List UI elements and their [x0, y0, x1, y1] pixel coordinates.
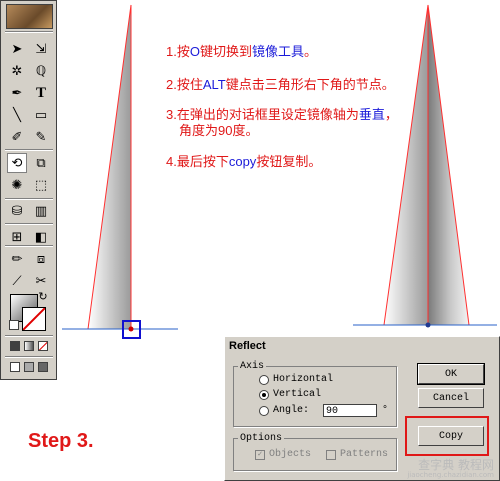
blend-tool-icon[interactable]: ⧈: [31, 249, 51, 269]
axis-legend: Axis: [240, 361, 265, 372]
scissors-tool-icon[interactable]: ✂: [31, 271, 51, 291]
symbol-sprayer-tool-icon[interactable]: ⛁: [7, 201, 27, 221]
right-anchor-point: [425, 322, 431, 328]
gradient-mode-icon[interactable]: [24, 341, 34, 351]
pencil-tool-icon[interactable]: ✎: [31, 127, 51, 147]
angle-label: Angle:: [273, 405, 310, 416]
vertical-label: Vertical: [273, 389, 322, 400]
dialog-title: Reflect: [225, 337, 499, 355]
patterns-checkbox[interactable]: [326, 449, 336, 460]
scale-tool-icon[interactable]: ⧉: [31, 153, 51, 173]
options-legend: Options: [240, 433, 283, 444]
horizontal-radio[interactable]: [259, 374, 269, 385]
step1-tool-name: 镜像工具: [251, 44, 304, 59]
watermark: 查字典 教程网 jiaocheng.chazidian.com: [407, 459, 494, 479]
toolbox-divider: [5, 245, 53, 247]
watermark-line1: 查字典 教程网: [418, 458, 494, 472]
eyedropper-tool-icon[interactable]: ✏: [7, 249, 27, 269]
step3-axis: 垂直: [358, 107, 385, 122]
patterns-label: Patterns: [340, 449, 389, 460]
step1-text-a: 1.按: [166, 44, 190, 59]
objects-option[interactable]: ✓ Objects: [255, 449, 311, 460]
instruction-step-1: 1.按O键切换到镜像工具。: [166, 44, 317, 60]
gradient-tool-icon[interactable]: ◧: [31, 227, 51, 247]
patterns-option[interactable]: Patterns: [326, 449, 388, 460]
objects-checkbox[interactable]: ✓: [255, 449, 265, 460]
line-tool-icon[interactable]: ╲: [7, 105, 27, 125]
pen-tool-icon[interactable]: ✒: [7, 83, 27, 103]
normal-screen-mode-icon[interactable]: [10, 362, 20, 372]
none-mode-icon[interactable]: [38, 341, 48, 351]
horizontal-option[interactable]: Horizontal: [259, 374, 333, 385]
stroke-color-swatch[interactable]: [22, 307, 46, 331]
full-screen-menu-mode-icon[interactable]: [24, 362, 34, 372]
vertical-radio[interactable]: [259, 389, 269, 400]
step4-text-b: 按钮复制。: [256, 154, 322, 169]
angle-option[interactable]: Angle: 90 °: [259, 404, 388, 417]
instruction-step-3: 3.在弹出的对话框里设定镜像轴为垂直， 角度为90度。: [166, 107, 398, 139]
toolbox-divider: [5, 335, 53, 337]
type-tool-icon[interactable]: T: [31, 83, 51, 103]
anchor-point[interactable]: [128, 326, 134, 332]
toolbox-logo[interactable]: [6, 4, 53, 29]
step3-text-b: ，: [384, 107, 398, 122]
cancel-button[interactable]: Cancel: [418, 388, 484, 408]
degree-symbol: °: [382, 405, 389, 416]
step3-text-a: 3.在弹出的对话框里设定镜像轴为: [166, 107, 359, 122]
rectangle-tool-icon[interactable]: ▭: [31, 105, 51, 125]
step4-button-name: copy: [228, 154, 257, 169]
toolbox-divider: [5, 149, 53, 151]
toolbox-divider: [5, 198, 53, 200]
reflect-tool-icon[interactable]: ⟲: [7, 153, 27, 173]
selection-tool-icon[interactable]: ➤: [7, 39, 27, 59]
horizontal-label: Horizontal: [273, 374, 334, 385]
ok-button[interactable]: OK: [417, 363, 485, 385]
instruction-step-2: 2.按住ALT键点击三角形右下角的节点。: [166, 77, 395, 93]
warp-tool-icon[interactable]: ✺: [7, 175, 27, 195]
graph-tool-icon[interactable]: ▥: [31, 201, 51, 221]
watermark-line2: jiaocheng.chazidian.com: [407, 471, 494, 479]
step4-text-a: 4.最后按下: [166, 154, 229, 169]
toolbox-divider: [5, 356, 53, 358]
toolbox-panel: ➤ ⇲ ✲ ℚ ✒ T ╲ ▭ ✐ ✎ ⟲ ⧉ ✺ ⬚ ⛁ ▥ ⊞ ◧ ✏ ⧈ …: [0, 0, 57, 380]
direct-selection-tool-icon[interactable]: ⇲: [31, 39, 51, 59]
default-colors-icon[interactable]: [9, 320, 19, 330]
lasso-tool-icon[interactable]: ℚ: [31, 61, 51, 81]
step2-text-b: 键点击三角形右下角的节点。: [225, 77, 395, 92]
objects-label: Objects: [269, 449, 312, 460]
vertical-option[interactable]: Vertical: [259, 389, 321, 400]
instruction-step-4: 4.最后按下copy按钮复制。: [166, 154, 321, 170]
step-title: Step 3.: [28, 430, 94, 452]
swap-colors-icon[interactable]: ↻: [36, 289, 50, 303]
angle-input[interactable]: 90: [323, 404, 378, 417]
slice-tool-icon[interactable]: ⟋: [7, 271, 27, 291]
free-transform-tool-icon[interactable]: ⬚: [31, 175, 51, 195]
paintbrush-tool-icon[interactable]: ✐: [7, 127, 27, 147]
toolbox-divider: [5, 31, 53, 33]
color-mode-icon[interactable]: [10, 341, 20, 351]
mesh-tool-icon[interactable]: ⊞: [7, 227, 27, 247]
copy-button-highlight: [405, 416, 489, 456]
magic-wand-tool-icon[interactable]: ✲: [7, 61, 27, 81]
angle-radio[interactable]: [259, 405, 269, 416]
toolbox-divider: [5, 223, 53, 225]
full-screen-mode-icon[interactable]: [38, 362, 48, 372]
step2-text-a: 2.按住: [166, 77, 203, 92]
step1-text-c: 。: [304, 44, 318, 59]
step2-key: ALT: [202, 77, 226, 92]
step1-key: O: [189, 44, 200, 59]
step1-text-b: 键切换到: [199, 44, 252, 59]
step3-text-c: 角度为90度。: [179, 123, 259, 138]
